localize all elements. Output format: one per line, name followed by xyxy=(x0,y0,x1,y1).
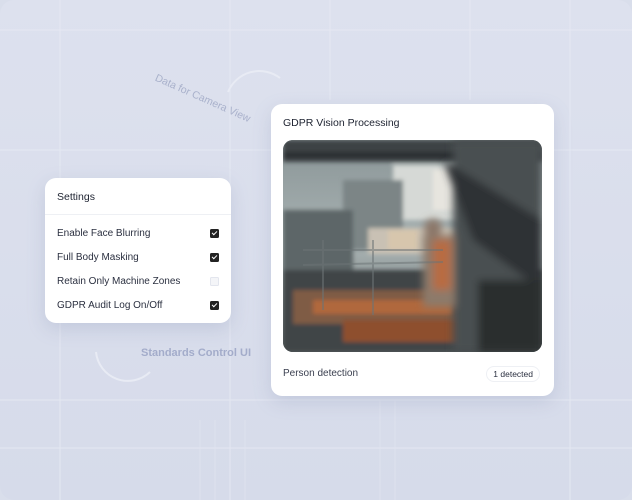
face-blurring-checkbox[interactable] xyxy=(210,228,219,238)
setting-full-body-masking[interactable]: Full Body Masking xyxy=(57,248,219,266)
setting-label: Full Body Masking xyxy=(57,251,139,263)
factory-camera-image xyxy=(283,140,542,352)
setting-label: GDPR Audit Log On/Off xyxy=(57,299,163,311)
canvas: Data for Camera View Standards Control U… xyxy=(0,0,632,500)
setting-face-blurring[interactable]: Enable Face Blurring xyxy=(57,224,219,242)
vision-title: GDPR Vision Processing xyxy=(283,117,400,129)
setting-retain-machine-zones[interactable]: Retain Only Machine Zones xyxy=(57,272,219,290)
camera-feed xyxy=(283,140,542,352)
settings-divider xyxy=(45,214,231,215)
settings-title: Settings xyxy=(57,191,95,203)
standards-control-label: Standards Control UI xyxy=(141,347,252,359)
vision-card: GDPR Vision Processing Person detection … xyxy=(271,104,554,396)
retain-machine-zones-checkbox[interactable] xyxy=(210,276,219,286)
settings-card: Settings Enable Face Blurring Full Body … xyxy=(45,178,231,323)
detection-count-badge: 1 detected xyxy=(486,366,540,382)
setting-label: Enable Face Blurring xyxy=(57,227,151,239)
setting-label: Retain Only Machine Zones xyxy=(57,275,181,287)
gdpr-audit-log-checkbox[interactable] xyxy=(210,300,219,310)
person-detection-label: Person detection xyxy=(283,368,359,379)
full-body-masking-checkbox[interactable] xyxy=(210,252,219,262)
setting-gdpr-audit-log[interactable]: GDPR Audit Log On/Off xyxy=(57,296,219,314)
